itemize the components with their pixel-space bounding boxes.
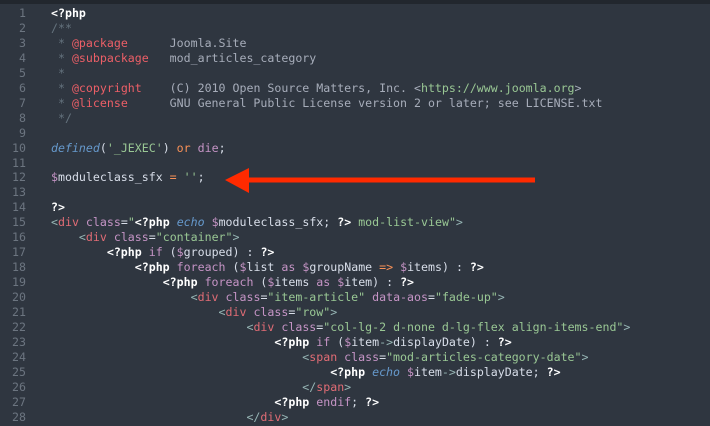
arrow-head bbox=[225, 168, 249, 193]
arrow-shaft bbox=[245, 177, 535, 183]
annotation-arrow-icon bbox=[225, 168, 535, 193]
